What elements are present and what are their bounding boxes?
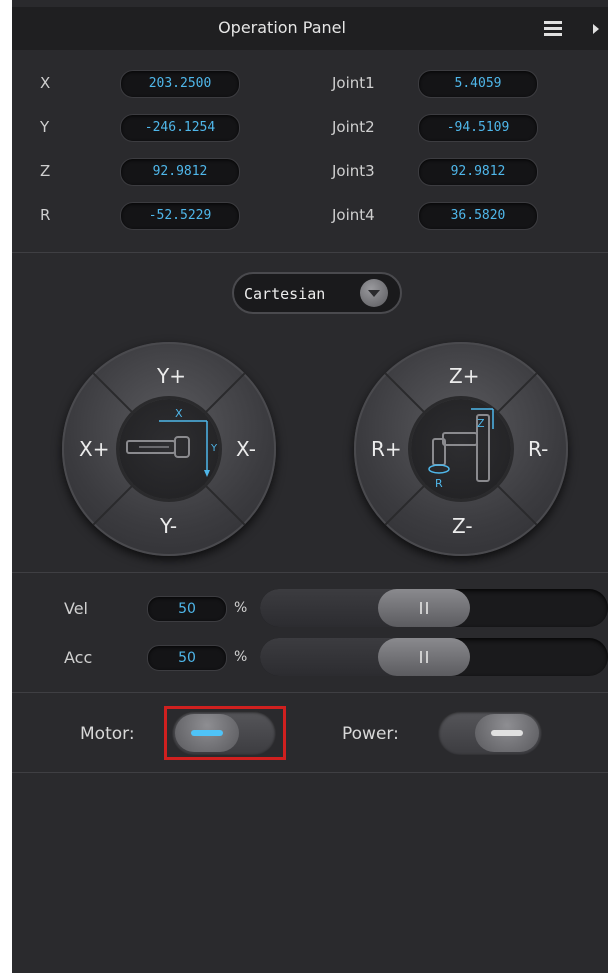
vel-value-input[interactable]: 50 <box>147 596 227 622</box>
jog-y-minus-button[interactable]: Y- <box>160 514 177 538</box>
icon-z-label: Z <box>477 417 485 430</box>
acc-label: Acc <box>64 648 93 667</box>
robot-arm-xy-icon: X Y <box>119 399 219 499</box>
divider <box>12 692 608 693</box>
jog-x-minus-button[interactable]: X- <box>236 437 256 461</box>
vel-slider[interactable] <box>260 589 608 627</box>
motor-label: Motor: <box>80 724 135 744</box>
acc-slider-thumb[interactable] <box>378 638 470 676</box>
coord-value-r: -52.5229 <box>120 202 240 230</box>
icon-r-label: R <box>435 477 443 490</box>
vel-label: Vel <box>64 599 88 618</box>
mode-selected: Cartesian <box>244 285 326 303</box>
coord-value-y: -246.1254 <box>120 114 240 142</box>
vel-slider-thumb[interactable] <box>378 589 470 627</box>
joint-value-2: -94.5109 <box>418 114 538 142</box>
arrow-right-icon[interactable] <box>593 24 599 34</box>
highlight-box <box>164 706 286 760</box>
icon-x-label: X <box>175 407 183 420</box>
panel-header: Operation Panel <box>12 7 608 50</box>
power-label: Power: <box>342 724 399 744</box>
acc-unit: % <box>234 649 248 665</box>
joint-value-1: 5.4059 <box>418 70 538 98</box>
operation-panel: Operation Panel X 203.2500 Y -246.1254 Z… <box>12 0 608 973</box>
joint-label-3: Joint3 <box>332 162 375 180</box>
menu-icon[interactable] <box>544 21 562 36</box>
joint-label-2: Joint2 <box>332 118 375 136</box>
chevron-down-icon[interactable] <box>360 279 388 307</box>
divider <box>12 772 608 773</box>
coord-label-y: Y <box>40 118 50 136</box>
power-toggle[interactable] <box>438 711 542 755</box>
joint-value-4: 36.5820 <box>418 202 538 230</box>
robot-arm-zr-icon: Z R <box>411 399 511 499</box>
coord-value-x: 203.2500 <box>120 70 240 98</box>
icon-y-label: Y <box>210 443 218 454</box>
joint-label-4: Joint4 <box>332 206 375 224</box>
jog-x-plus-button[interactable]: X+ <box>79 437 109 461</box>
acc-value-input[interactable]: 50 <box>147 645 227 671</box>
vel-unit: % <box>234 600 248 616</box>
joint-value-3: 92.9812 <box>418 158 538 186</box>
jog-y-plus-button[interactable]: Y+ <box>157 364 186 388</box>
coord-label-r: R <box>40 206 51 224</box>
jog-z-plus-button[interactable]: Z+ <box>449 364 479 388</box>
coord-value-z: 92.9812 <box>120 158 240 186</box>
joint-label-1: Joint1 <box>332 74 375 92</box>
zr-jog-dial: Z+ R+ R- Z- Z R <box>354 342 568 556</box>
coord-label-z: Z <box>40 162 51 180</box>
divider <box>12 572 608 573</box>
jog-z-minus-button[interactable]: Z- <box>452 514 473 538</box>
mode-dropdown[interactable]: Cartesian <box>232 272 402 314</box>
xy-jog-dial: Y+ X+ X- Y- X Y <box>62 342 276 556</box>
jog-r-plus-button[interactable]: R+ <box>371 437 402 461</box>
jog-r-minus-button[interactable]: R- <box>528 437 548 461</box>
divider <box>12 252 608 253</box>
coord-label-x: X <box>40 74 51 92</box>
acc-slider[interactable] <box>260 638 608 676</box>
panel-title: Operation Panel <box>218 18 346 37</box>
